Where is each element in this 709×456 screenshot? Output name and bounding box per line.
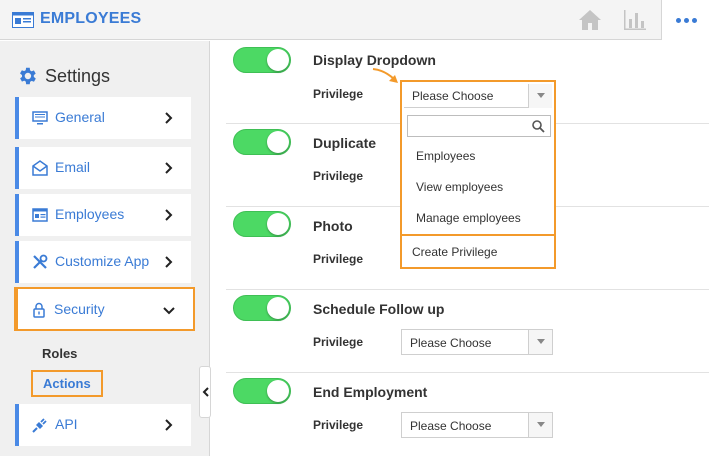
gear-icon [20,67,36,85]
id-card-icon [32,208,48,222]
chevron-right-icon [165,256,173,268]
settings-title: Settings [45,66,111,86]
toggle-switch[interactable] [233,295,291,321]
sidebar-item-label: Security [54,301,105,317]
action-row: End Employment Privilege Please Choose [226,373,709,456]
more-icon [676,18,697,23]
sidebar-item-general[interactable]: General [15,97,191,139]
top-bar: EMPLOYEES [0,0,709,40]
monitor-icon [32,111,48,125]
toggle-switch[interactable] [233,378,291,404]
select-toggle[interactable] [528,330,552,354]
search-icon [532,120,545,133]
plug-icon [32,418,47,433]
lock-icon [33,302,45,318]
select-value: Please Choose [412,89,494,103]
tools-icon [33,254,48,269]
toggle-switch[interactable] [233,211,291,237]
bar-chart-icon[interactable] [624,10,646,30]
sidebar-item-label: Customize App [55,253,150,269]
action-title: Schedule Follow up [313,301,445,317]
toggle-switch[interactable] [233,47,291,73]
sidebar-item-label: API [55,416,78,432]
dropdown-option[interactable]: Manage employees [416,211,521,225]
sidebar-item-customize-app[interactable]: Customize App [15,241,191,283]
chevron-down-icon [163,307,175,315]
chevron-right-icon [165,162,173,174]
sidebar-item-api[interactable]: API [15,404,191,446]
privilege-select[interactable]: Please Choose [404,84,552,108]
caret-down-icon [537,422,545,427]
sidebar-item-label: Email [55,159,91,175]
chevron-right-icon [165,419,173,431]
caret-down-icon [537,339,545,344]
app-title: EMPLOYEES [40,10,142,27]
chevron-right-icon [165,112,173,124]
dropdown-search-input[interactable] [407,115,551,137]
toggle-switch[interactable] [233,129,291,155]
more-button[interactable] [661,0,709,40]
envelope-icon [32,160,48,176]
privilege-label: Privilege [313,169,364,183]
sidebar-item-employees[interactable]: Employees [15,194,191,236]
create-privilege-button[interactable]: Create Privilege [400,234,556,269]
home-icon[interactable] [578,9,602,31]
sidebar-subitem-actions[interactable]: Actions [31,370,103,397]
select-toggle[interactable] [528,84,552,108]
action-title: End Employment [313,384,428,400]
privilege-label: Privilege [313,87,364,101]
id-card-icon [12,12,34,28]
select-value: Please Choose [410,336,492,350]
dropdown-option[interactable]: View employees [416,180,503,194]
action-title: Photo [313,218,353,234]
sidebar-collapse-handle[interactable] [199,366,211,418]
action-title: Duplicate [313,135,377,151]
privilege-label: Privilege [313,252,364,266]
sidebar-item-label: Employees [55,206,125,222]
chevron-left-icon [202,387,209,397]
dropdown-option[interactable]: Employees [416,149,475,163]
caret-down-icon [537,93,545,98]
create-privilege-label: Create Privilege [412,245,498,259]
action-row: Schedule Follow up Privilege Please Choo… [226,290,709,373]
privilege-label: Privilege [313,335,364,349]
privilege-select[interactable]: Please Choose [401,412,553,438]
sidebar-item-email[interactable]: Email [15,147,191,189]
sidebar: Settings General Email Employees Customi… [0,41,210,456]
sidebar-item-label: General [55,109,105,125]
privilege-select[interactable]: Please Choose [401,329,553,355]
chevron-right-icon [165,209,173,221]
annotation-arrow-icon [372,68,398,83]
privilege-label: Privilege [313,418,364,432]
sidebar-subitem-roles[interactable]: Roles [42,346,77,361]
sidebar-item-security[interactable]: Security [14,287,195,331]
select-value: Please Choose [410,419,492,433]
select-toggle[interactable] [528,413,552,437]
privilege-dropdown-open: Please Choose Employees View employees M… [400,80,556,269]
